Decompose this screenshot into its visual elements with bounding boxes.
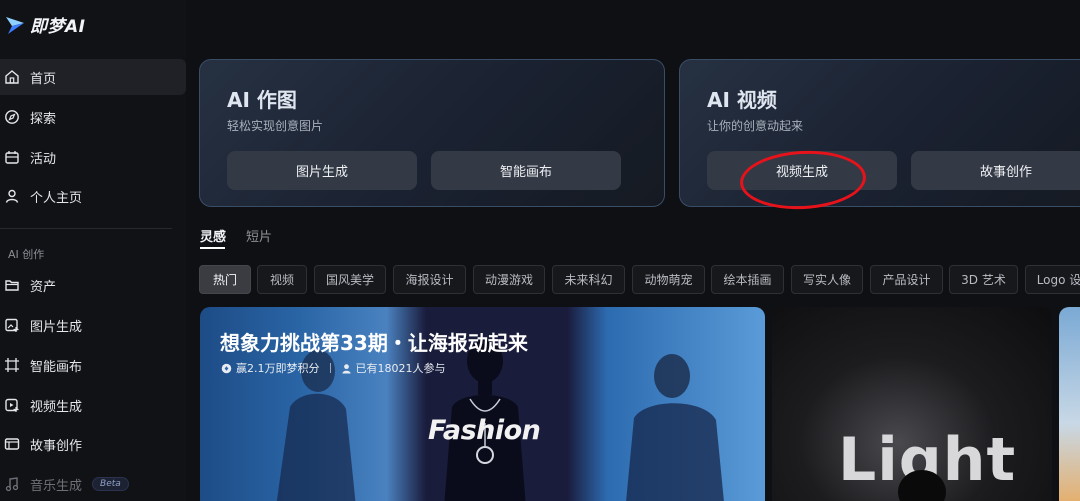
ai-video-card: AI 视频 让你的创意动起来 视频生成 故事创作 [679,59,1080,207]
tab-shorts[interactable]: 短片 [246,226,272,245]
chip-poster[interactable]: 海报设计 [393,265,466,294]
sidebar-item-music[interactable]: 音乐生成 Beta [0,466,186,501]
challenge-banner[interactable]: 想象力挑战第33期・让海报动起来 赢2.1万即梦积分 已有18021人参与 Fa… [200,307,765,501]
sidebar-item-label: 视频生成 [30,399,83,415]
card-title: AI 视频 [707,88,777,112]
logo-icon [6,16,24,34]
person-silhouette [898,470,946,501]
video-generate-button[interactable]: 视频生成 [707,151,897,190]
partial-banner[interactable] [1059,307,1080,501]
sidebar-item-image-gen[interactable]: 图片生成 [0,307,186,343]
card-title: AI 作图 [227,88,297,112]
compass-icon [4,109,20,125]
video-gen-icon [4,397,20,413]
sidebar-item-canvas[interactable]: 智能画布 [0,347,186,383]
chip-portrait[interactable]: 写实人像 [791,265,863,294]
beta-badge: Beta [92,477,129,491]
reward-text: 赢2.1万即梦积分 [236,362,320,375]
participants-text: 已有18021人参与 [355,362,446,375]
coin-icon [221,363,232,373]
sidebar-item-label: 活动 [30,151,57,167]
sidebar-item-label: 图片生成 [30,319,83,335]
sidebar-divider [0,228,172,229]
user-icon [4,188,20,204]
sidebar-item-story[interactable]: 故事创作 [0,426,186,462]
sidebar-item-explore[interactable]: 探索 [0,99,186,135]
card-subtitle: 轻松实现创意图片 [227,119,324,133]
category-chips: 热门 视频 国风美学 海报设计 动漫游戏 未来科幻 动物萌宠 绘本插画 写实人像… [199,265,1080,295]
chip-product[interactable]: 产品设计 [870,265,943,294]
sidebar-item-label: 音乐生成 [30,478,83,494]
logo-text: 即梦AI [30,17,86,37]
chip-chinese-style[interactable]: 国风美学 [314,265,386,294]
sidebar-item-label: 智能画布 [30,359,83,375]
story-icon [4,436,20,452]
chip-picture-book[interactable]: 绘本插画 [711,265,784,294]
logo[interactable]: 即梦AI [4,12,85,37]
chip-scifi[interactable]: 未来科幻 [552,265,625,294]
sidebar-item-home[interactable]: 首页 [0,59,186,95]
chip-anime-game[interactable]: 动漫游戏 [473,265,545,294]
sidebar-item-label: 故事创作 [30,438,83,454]
chip-3d-art[interactable]: 3D 艺术 [949,265,1018,294]
folder-icon [4,277,20,293]
fashion-image-text: Fashion [428,415,541,446]
home-icon [4,69,20,85]
sidebar-item-label: 个人主页 [30,190,83,206]
image-generate-button[interactable]: 图片生成 [227,151,417,190]
sidebar-item-label: 首页 [30,71,57,87]
people-icon [341,363,351,374]
tab-underline [200,247,225,249]
chip-logo-design[interactable]: Logo 设计 [1025,265,1080,294]
smart-canvas-button[interactable]: 智能画布 [431,151,621,190]
sidebar-item-profile[interactable]: 个人主页 [0,178,186,214]
sidebar-item-label: 探索 [30,111,57,127]
banner-meta: 赢2.1万即梦积分 已有18021人参与 [221,360,446,376]
light-banner[interactable]: Light [772,307,1052,501]
banner-title: 想象力挑战第33期・让海报动起来 [220,331,528,355]
calendar-icon [4,149,20,165]
sidebar-item-events[interactable]: 活动 [0,139,186,175]
meta-separator [329,363,331,373]
chip-pets[interactable]: 动物萌宠 [632,265,705,294]
tab-inspiration[interactable]: 灵感 [200,226,226,245]
chip-hot[interactable]: 热门 [199,265,251,294]
sidebar: 即梦AI 首页 探索 活动 个人主页 AI 创作 资产 图片生成 智能画布 视频… [0,0,186,501]
sidebar-item-video-gen[interactable]: 视频生成 [0,387,186,423]
ai-image-card: AI 作图 轻松实现创意图片 图片生成 智能画布 [199,59,665,207]
section-label-ai-create: AI 创作 [8,248,45,261]
image-gen-icon [4,317,20,333]
music-icon [4,476,20,492]
chip-video[interactable]: 视频 [257,265,307,294]
story-create-button[interactable]: 故事创作 [911,151,1080,190]
figure-right [626,354,724,501]
sidebar-item-label: 资产 [30,279,57,295]
canvas-icon [4,357,20,373]
card-subtitle: 让你的创意动起来 [707,119,804,133]
sidebar-item-assets[interactable]: 资产 [0,267,186,303]
